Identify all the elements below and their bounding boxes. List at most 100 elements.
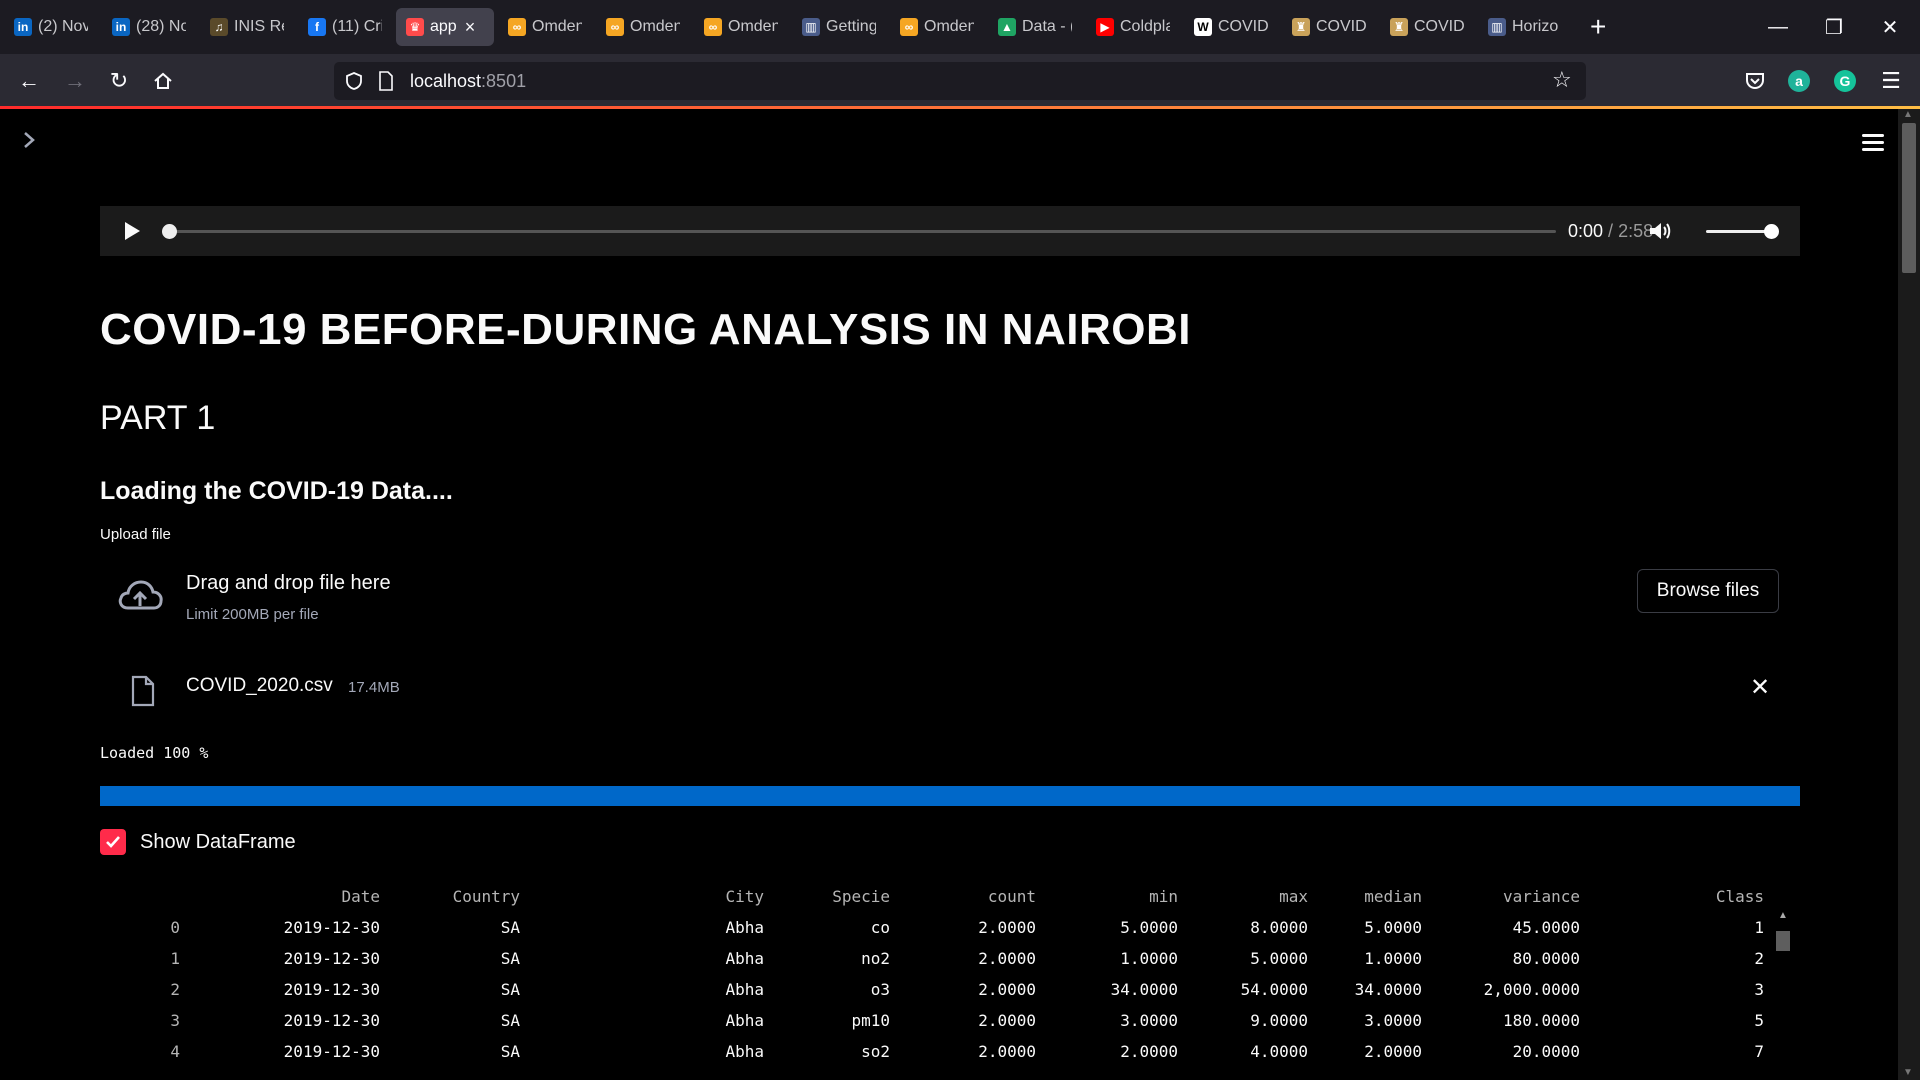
- table-cell: 34.0000: [1110, 980, 1178, 999]
- table-cell: 2019-12-30: [283, 918, 380, 937]
- table-cell: 3.0000: [1120, 1011, 1178, 1030]
- url-text[interactable]: localhost:8501: [410, 71, 526, 92]
- table-cell: 2.0000: [978, 1011, 1036, 1030]
- show-dataframe-checkbox[interactable]: Show DataFrame: [100, 829, 296, 855]
- dataframe-scroll-up-icon[interactable]: ▲: [1778, 910, 1788, 921]
- scroll-down-arrow-icon[interactable]: ▼: [1903, 1067, 1913, 1078]
- column-header[interactable]: variance: [1503, 887, 1580, 906]
- column-header[interactable]: count: [988, 887, 1036, 906]
- back-arrow-icon[interactable]: ←: [14, 66, 44, 96]
- volume-handle[interactable]: [1764, 224, 1779, 239]
- dataframe-scroll-thumb[interactable]: [1776, 931, 1790, 951]
- dropzone-instructions: Drag and drop file here: [186, 572, 391, 594]
- pocket-icon[interactable]: [1740, 66, 1770, 96]
- harp-icon: ♫: [210, 18, 228, 36]
- forward-arrow-icon[interactable]: →: [60, 66, 90, 96]
- page-scrollbar[interactable]: ▲ ▼: [1898, 109, 1920, 1080]
- table-row[interactable]: 2 2019-12-30 SA Abha o3 2.0000 34.0000 54.0000 3…: [140, 974, 1780, 1005]
- column-header[interactable]: Class: [1716, 887, 1764, 906]
- extension-a-icon[interactable]: a: [1788, 70, 1810, 92]
- browser-tab[interactable]: f (11) Cri: [298, 8, 392, 46]
- browser-tab[interactable]: in (2) Nov: [4, 8, 98, 46]
- tab-label: Horizo: [1512, 18, 1559, 35]
- table-cell: Abha: [725, 918, 764, 937]
- browser-tab[interactable]: ▥ Horizo: [1478, 8, 1572, 46]
- coat-of-arms-icon: ♜: [1390, 18, 1408, 36]
- table-cell: 34.0000: [1354, 980, 1422, 999]
- column-header[interactable]: Date: [341, 887, 380, 906]
- new-tab-button[interactable]: +: [1590, 11, 1606, 43]
- table-row[interactable]: 1 2019-12-30 SA Abha no2 2.0000 1.0000 5.0000 1.…: [140, 943, 1780, 974]
- table-cell: 2019-12-30: [283, 1011, 380, 1030]
- table-cell: 80.0000: [1512, 949, 1580, 968]
- browser-tab[interactable]: ♛ app ×: [396, 8, 494, 46]
- column-header[interactable]: Country: [453, 887, 520, 906]
- tab-close-icon[interactable]: ×: [465, 17, 476, 38]
- audio-seek-handle[interactable]: [162, 224, 177, 239]
- column-header[interactable]: median: [1364, 887, 1422, 906]
- play-icon[interactable]: [122, 220, 142, 242]
- browser-tab[interactable]: ∞ Omden: [498, 8, 592, 46]
- cloud-upload-icon: [118, 580, 163, 610]
- google-drive-icon: ▲: [998, 18, 1016, 36]
- table-cell: 1.0000: [1120, 949, 1178, 968]
- grammarly-icon[interactable]: G: [1834, 70, 1856, 92]
- tab-label: Data - (: [1022, 18, 1072, 35]
- page-scroll-thumb[interactable]: [1902, 123, 1916, 273]
- browser-tab[interactable]: ∞ Omden: [694, 8, 788, 46]
- browser-tab[interactable]: ▶ Coldpla: [1086, 8, 1180, 46]
- youtube-icon: ▶: [1096, 18, 1114, 36]
- close-window-button[interactable]: ✕: [1862, 0, 1918, 54]
- table-cell: 3.0000: [1364, 1011, 1422, 1030]
- column-header[interactable]: City: [725, 887, 764, 906]
- browser-tab[interactable]: W COVID-: [1184, 8, 1278, 46]
- remove-file-close-icon[interactable]: ✕: [1750, 673, 1770, 702]
- home-icon[interactable]: [148, 66, 178, 96]
- tab-label: COVID-: [1414, 18, 1464, 35]
- column-header[interactable]: max: [1279, 887, 1308, 906]
- bookmark-star-icon[interactable]: ☆: [1552, 67, 1572, 93]
- restore-button[interactable]: ❐: [1806, 0, 1862, 54]
- tab-label: COVID-: [1218, 18, 1268, 35]
- reload-icon[interactable]: ↻: [104, 66, 134, 96]
- column-header[interactable]: min: [1149, 887, 1178, 906]
- streamlit-icon: ♛: [406, 18, 424, 36]
- browse-files-button[interactable]: Browse files: [1637, 569, 1779, 613]
- address-bar[interactable]: localhost:8501 ☆: [334, 62, 1586, 100]
- uploaded-file-name: COVID_2020.csv: [186, 675, 333, 696]
- omdena-icon: ∞: [508, 18, 526, 36]
- table-row[interactable]: 0 2019-12-30 SA Abha co 2.0000 5.0000 8.0000 5.0…: [140, 912, 1780, 943]
- browser-tab[interactable]: ♜ COVID-: [1282, 8, 1376, 46]
- checkbox-checked-icon[interactable]: [100, 829, 126, 855]
- browser-tab[interactable]: ▥ Getting: [792, 8, 886, 46]
- app-menu-hamburger-icon[interactable]: [1862, 131, 1886, 155]
- minimize-button[interactable]: —: [1750, 0, 1806, 54]
- audio-seek-bar[interactable]: [168, 230, 1556, 233]
- browser-tab[interactable]: ∞ Omden: [596, 8, 690, 46]
- dataframe-scrollbar[interactable]: ▲: [1776, 910, 1790, 1071]
- table-cell: 5: [1754, 1011, 1764, 1030]
- audio-player: 0:00 / 2:58: [100, 206, 1800, 256]
- browser-tab[interactable]: ∞ Omden: [890, 8, 984, 46]
- file-dropzone[interactable]: Drag and drop file here Limit 200MB per …: [100, 556, 1800, 638]
- omdena-icon: ∞: [704, 18, 722, 36]
- tab-strip: in (2) Nov in (28) No ♫ INIS Re f (11) Cri ♛ app ×…: [0, 8, 1572, 46]
- browser-menu-icon[interactable]: ☰: [1876, 66, 1906, 96]
- browser-tab[interactable]: ♫ INIS Re: [200, 8, 294, 46]
- shield-icon[interactable]: [344, 71, 364, 91]
- scroll-up-arrow-icon[interactable]: ▲: [1903, 109, 1913, 120]
- table-row[interactable]: 3 2019-12-30 SA Abha pm10 2.0000 3.0000 9.0000 3…: [140, 1005, 1780, 1036]
- table-cell: 7: [1754, 1042, 1764, 1061]
- browser-tab[interactable]: in (28) No: [102, 8, 196, 46]
- browser-tab[interactable]: ▲ Data - (: [988, 8, 1082, 46]
- table-row[interactable]: 4 2019-12-30 SA Abha so2 2.0000 2.0000 4.0000 2.…: [140, 1036, 1780, 1067]
- url-host: localhost: [410, 71, 482, 91]
- volume-icon[interactable]: [1648, 220, 1672, 242]
- browser-tab[interactable]: ♜ COVID-: [1380, 8, 1474, 46]
- tab-label: (2) Nov: [38, 18, 88, 35]
- sidebar-expand-chevron-icon[interactable]: [22, 129, 46, 153]
- dataframe-table[interactable]: Date Country City Specie count min max median va…: [140, 881, 1800, 1080]
- table-cell: SA: [500, 918, 520, 937]
- table-cell: 2.0000: [978, 949, 1036, 968]
- column-header[interactable]: Specie: [832, 887, 890, 906]
